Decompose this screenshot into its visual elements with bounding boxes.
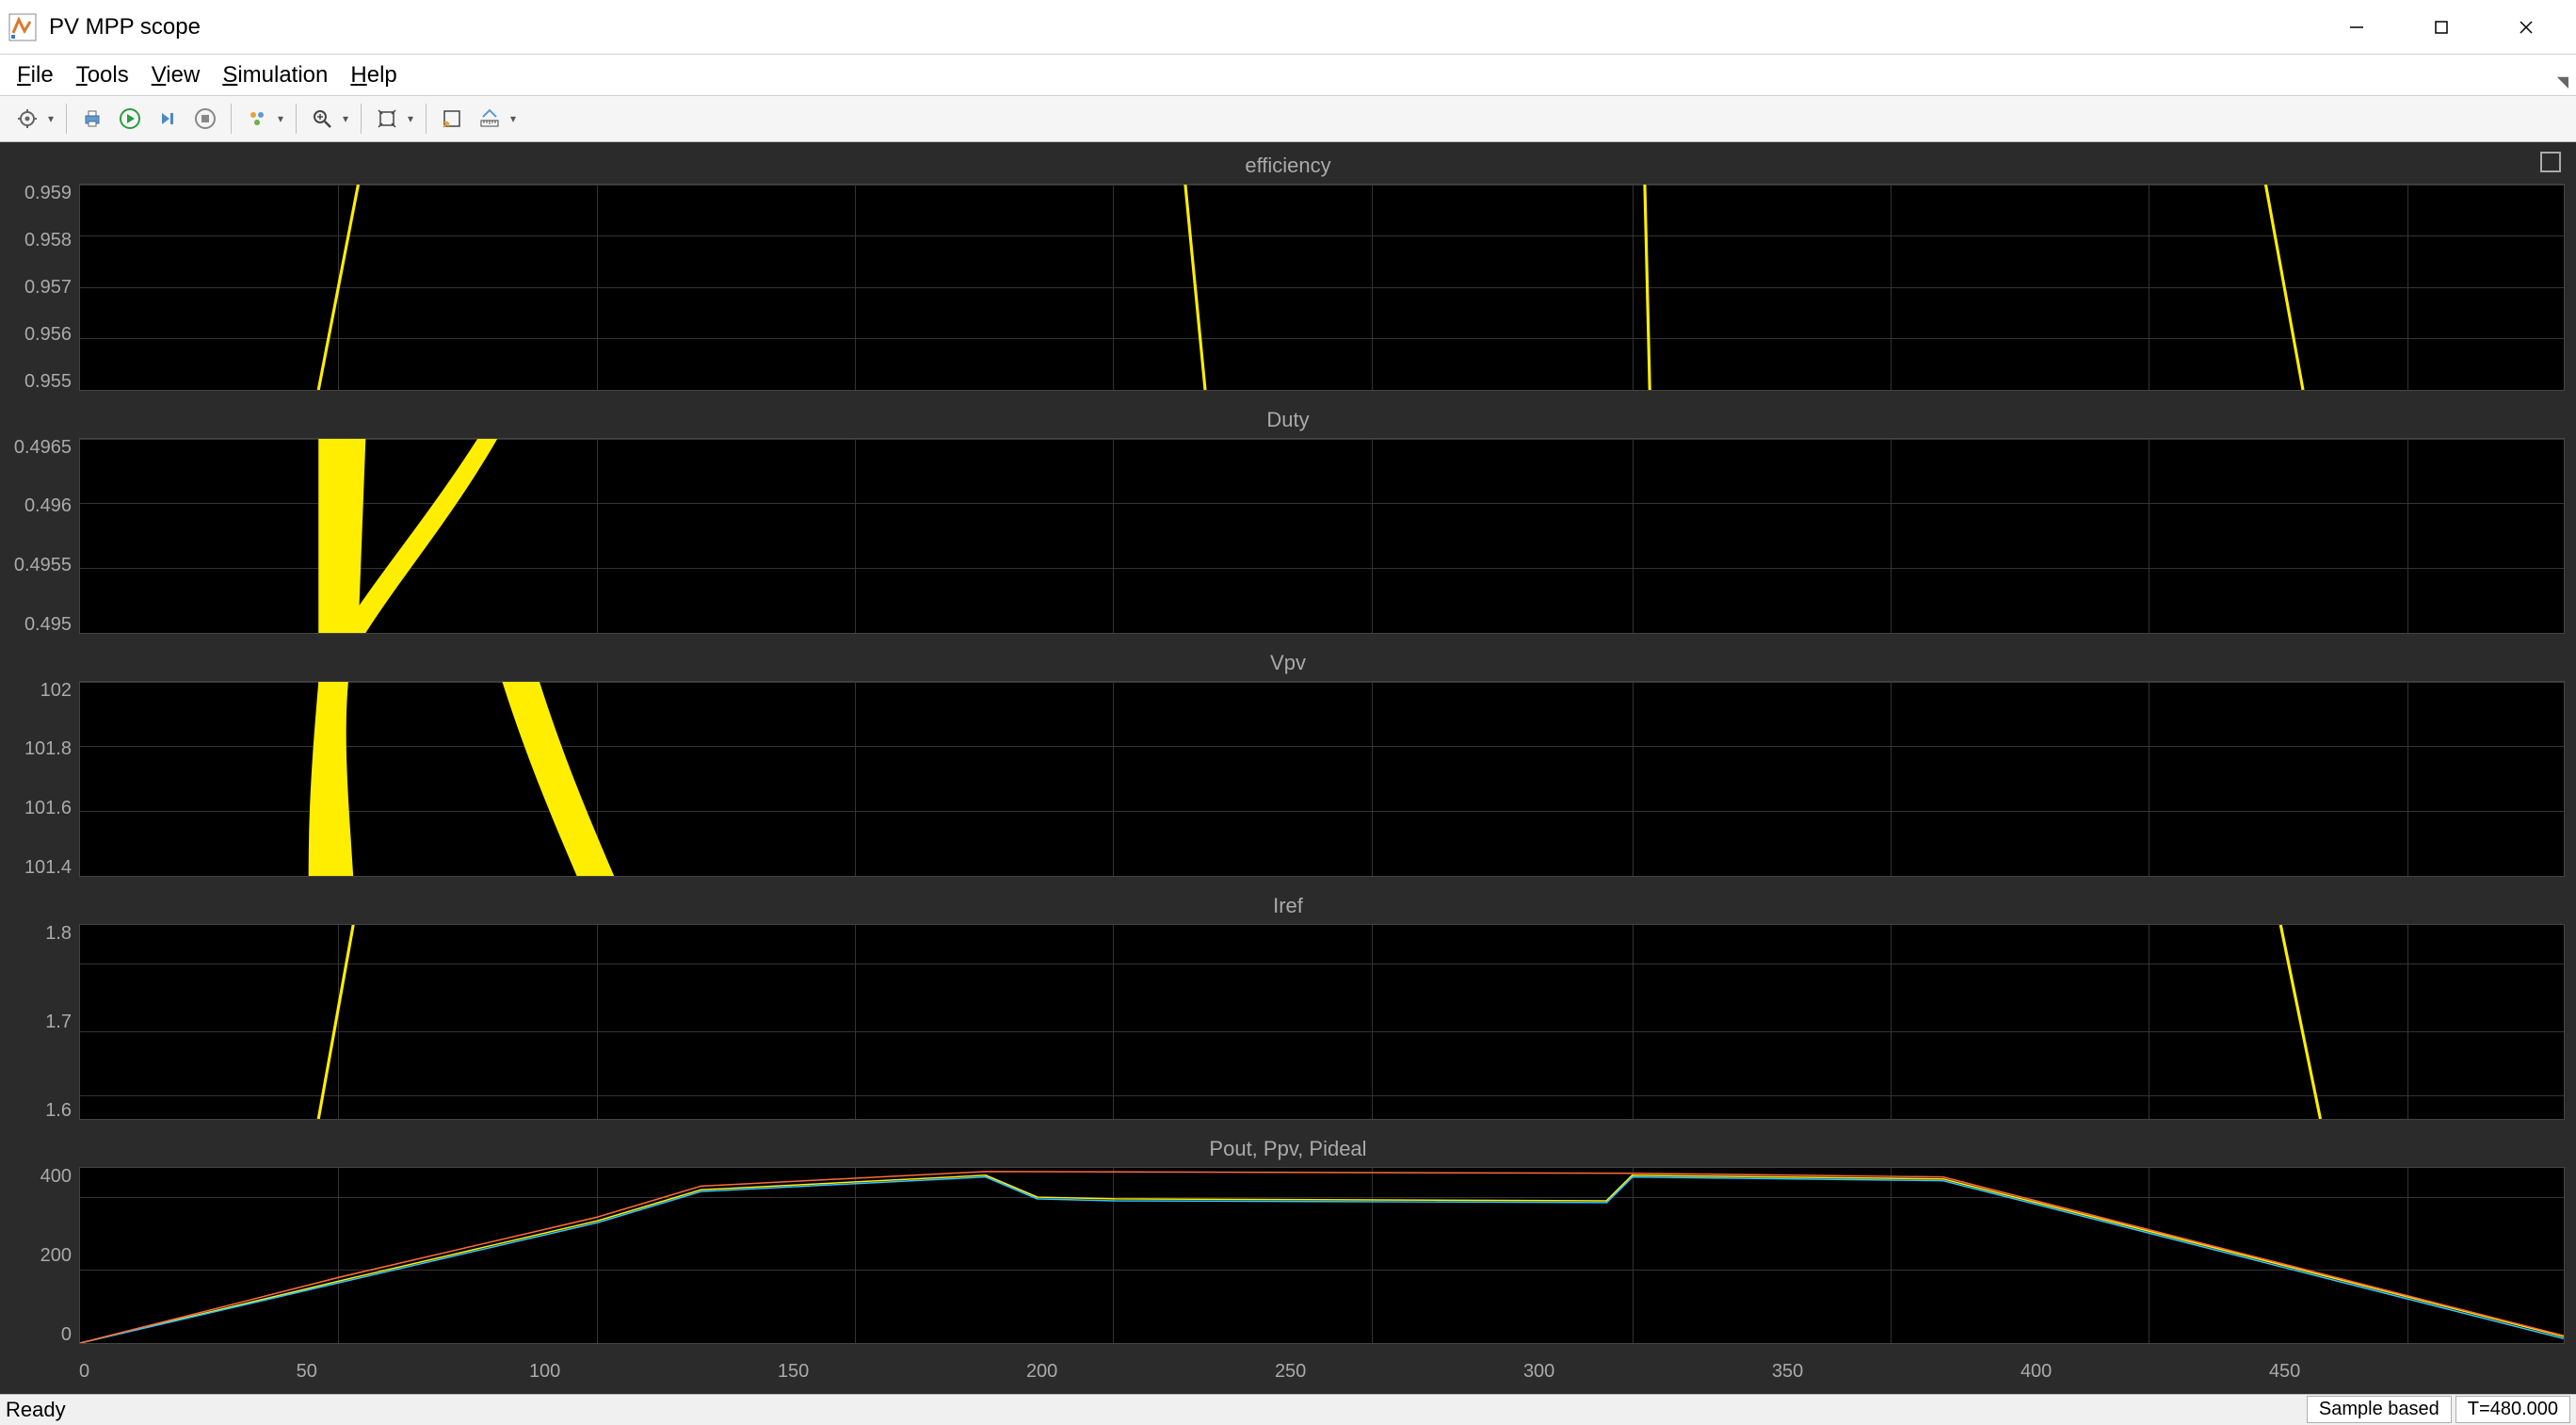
plot-title: Iref <box>11 890 2565 924</box>
zoom-button[interactable] <box>304 101 353 137</box>
menu-bar: File Tools View Simulation Help ◥ <box>0 55 2576 96</box>
app-icon <box>8 12 38 42</box>
triggers-button[interactable] <box>239 101 288 137</box>
plot-duty: Duty 0.4965 0.496 0.4955 0.495 <box>11 404 2565 634</box>
maximize-button[interactable] <box>2399 0 2484 55</box>
plot-vpv: Vpv 102 101.8 101.6 101.4 <box>11 647 2565 877</box>
plot-canvas-power[interactable] <box>79 1167 2565 1344</box>
plot-iref: Iref 1.8 1.7 1.6 <box>11 890 2565 1120</box>
menu-overflow-icon[interactable]: ◥ <box>2557 73 2568 91</box>
plot-canvas-duty[interactable] <box>79 438 2565 634</box>
status-text: Ready <box>6 1398 2303 1422</box>
y-axis: 102 101.8 101.6 101.4 <box>11 681 79 877</box>
maximize-axes-icon[interactable] <box>2540 152 2561 172</box>
plot-title: efficiency <box>11 150 2565 184</box>
window-controls <box>2314 0 2568 55</box>
configure-button[interactable] <box>9 101 58 137</box>
minimize-button[interactable] <box>2314 0 2399 55</box>
close-button[interactable] <box>2484 0 2568 55</box>
plot-title: Duty <box>11 404 2565 438</box>
toolbar-separator <box>231 104 232 134</box>
menu-file[interactable]: File <box>6 57 65 94</box>
menu-tools[interactable]: Tools <box>65 57 140 94</box>
measurements-button[interactable] <box>472 101 521 137</box>
window-title: PV MPP scope <box>49 14 2314 40</box>
toolbar <box>0 96 2576 141</box>
y-axis: 0.959 0.958 0.957 0.956 0.955 <box>11 184 79 391</box>
restore-button[interactable] <box>434 101 470 137</box>
toolbar-separator <box>426 104 427 134</box>
scope-area: efficiency 0.959 0.958 0.957 0.956 0.955 <box>0 142 2576 1394</box>
plot-canvas-iref[interactable] <box>79 924 2565 1120</box>
plot-canvas-efficiency[interactable] <box>79 184 2565 391</box>
status-mode: Sample based <box>2307 1396 2452 1423</box>
status-time: T=480.000 <box>2455 1396 2570 1423</box>
stop-button[interactable] <box>187 101 223 137</box>
menu-simulation[interactable]: Simulation <box>211 57 339 94</box>
plot-title: Pout, Ppv, Pideal <box>11 1133 2565 1167</box>
x-axis: 0 50 100 150 200 250 300 350 400 450 480 <box>79 1361 2565 1383</box>
toolbar-separator <box>361 104 362 134</box>
window-title-bar: PV MPP scope <box>0 0 2576 55</box>
run-button[interactable] <box>112 101 148 137</box>
toolbar-separator <box>296 104 297 134</box>
y-axis: 1.8 1.7 1.6 <box>11 924 79 1120</box>
plot-efficiency: efficiency 0.959 0.958 0.957 0.956 0.955 <box>11 150 2565 391</box>
toolbar-separator <box>66 104 67 134</box>
menu-view[interactable]: View <box>140 57 212 94</box>
y-axis: 400 200 0 <box>11 1167 79 1344</box>
y-axis: 0.4965 0.496 0.4955 0.495 <box>11 438 79 634</box>
x-axis-row: 0 50 100 150 200 250 300 350 400 450 480 <box>11 1361 2565 1383</box>
plot-title: Vpv <box>11 647 2565 681</box>
menu-help[interactable]: Help <box>339 57 408 94</box>
autoscale-button[interactable] <box>369 101 418 137</box>
status-bar: Ready Sample based T=480.000 <box>0 1394 2576 1425</box>
plot-power: Pout, Ppv, Pideal 400 200 0 <box>11 1133 2565 1344</box>
plot-canvas-vpv[interactable] <box>79 681 2565 877</box>
print-button[interactable] <box>74 101 110 137</box>
step-forward-button[interactable] <box>150 101 185 137</box>
